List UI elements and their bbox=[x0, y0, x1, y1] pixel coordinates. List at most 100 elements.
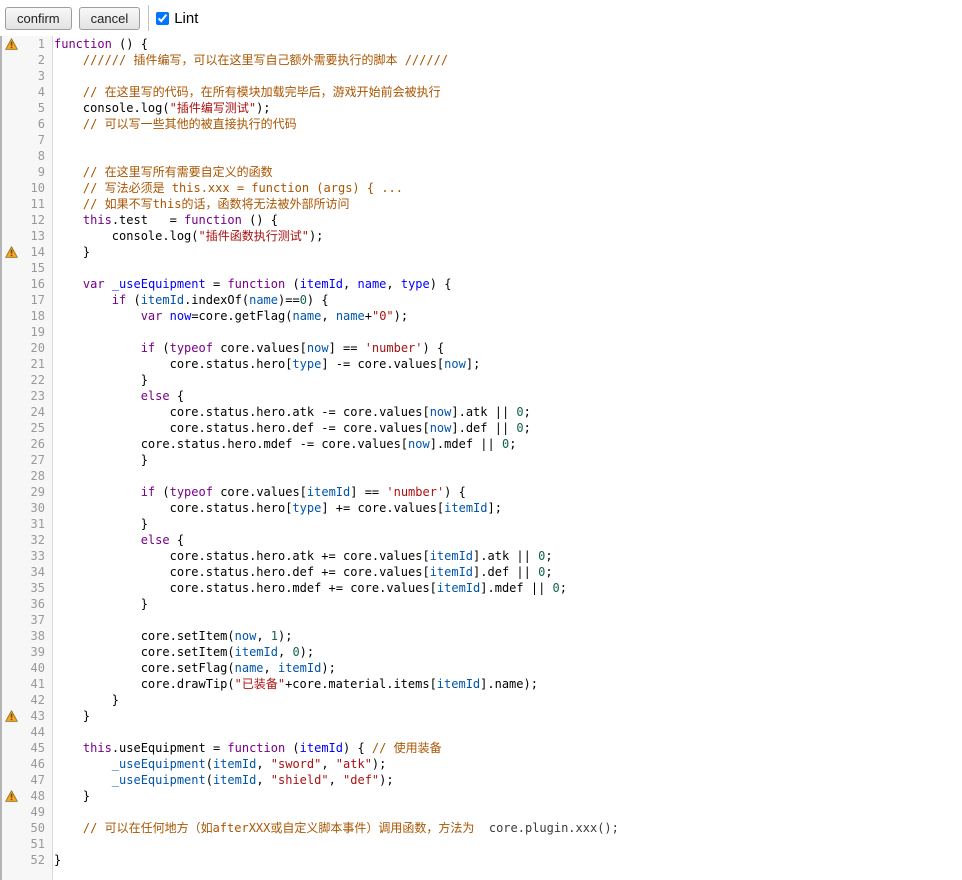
line-number: 32 bbox=[20, 532, 49, 548]
code-line-row[interactable]: 24 core.status.hero.atk -= core.values[n… bbox=[2, 404, 962, 420]
code-line-row[interactable]: 19 bbox=[2, 324, 962, 340]
code-line-row[interactable]: 33 core.status.hero.atk += core.values[i… bbox=[2, 548, 962, 564]
line-number: 20 bbox=[20, 340, 49, 356]
code-editor[interactable]: 1function () {2 ////// 插件编写，可以在这里写自己额外需要… bbox=[0, 36, 962, 880]
code-line-row[interactable]: 47 _useEquipment(itemId, "shield", "def"… bbox=[2, 772, 962, 788]
code-line-row[interactable]: 52} bbox=[2, 852, 962, 868]
token-kw: if bbox=[141, 341, 155, 355]
token-pl: ); bbox=[379, 773, 393, 787]
code-line-row[interactable]: 11 // 如果不写this的话，函数将无法被外部所访问 bbox=[2, 196, 962, 212]
code-line-row[interactable]: 42 } bbox=[2, 692, 962, 708]
code-line-row[interactable]: 38 core.setItem(now, 1); bbox=[2, 628, 962, 644]
line-number: 37 bbox=[20, 612, 49, 628]
code-line-row[interactable]: 28 bbox=[2, 468, 962, 484]
token-pl: , bbox=[256, 757, 270, 771]
token-pl: , bbox=[278, 645, 292, 659]
lint-checkbox[interactable] bbox=[156, 12, 169, 25]
line-number: 13 bbox=[20, 228, 49, 244]
code-line: this.test = function () { bbox=[49, 212, 962, 228]
code-line-row[interactable]: 30 core.status.hero[type] += core.values… bbox=[2, 500, 962, 516]
token-pl: ; bbox=[545, 565, 552, 579]
warning-icon[interactable] bbox=[2, 246, 20, 258]
code-line-row[interactable]: 46 _useEquipment(itemId, "sword", "atk")… bbox=[2, 756, 962, 772]
code-line: core.status.hero[type] -= core.values[no… bbox=[49, 356, 962, 372]
token-pl: } bbox=[54, 517, 148, 531]
code-line: _useEquipment(itemId, "shield", "def"); bbox=[49, 772, 962, 788]
code-line-row[interactable]: 20 if (typeof core.values[now] == 'numbe… bbox=[2, 340, 962, 356]
code-line: core.setItem(itemId, 0); bbox=[49, 644, 962, 660]
code-line-row[interactable]: 7 bbox=[2, 132, 962, 148]
code-line-row[interactable]: 48 } bbox=[2, 788, 962, 804]
code-line-row[interactable]: 14 } bbox=[2, 244, 962, 260]
code-line-row[interactable]: 51 bbox=[2, 836, 962, 852]
code-line-row[interactable]: 18 var now=core.getFlag(name, name+"0"); bbox=[2, 308, 962, 324]
code-line-row[interactable]: 6 // 可以写一些其他的被直接执行的代码 bbox=[2, 116, 962, 132]
code-line-row[interactable]: 49 bbox=[2, 804, 962, 820]
token-com: ////// 插件编写，可以在这里写自己额外需要执行的脚本 ////// bbox=[83, 53, 448, 67]
lint-label: Lint bbox=[174, 10, 198, 27]
code-line-row[interactable]: 41 core.drawTip("已装备"+core.material.item… bbox=[2, 676, 962, 692]
token-def: now bbox=[170, 309, 192, 323]
code-line-row[interactable]: 23 else { bbox=[2, 388, 962, 404]
code-line-row[interactable]: 12 this.test = function () { bbox=[2, 212, 962, 228]
token-com: // 可以写一些其他的被直接执行的代码 bbox=[83, 117, 297, 131]
code-line-row[interactable]: 2 ////// 插件编写，可以在这里写自己额外需要执行的脚本 ////// bbox=[2, 52, 962, 68]
code-line-row[interactable]: 36 } bbox=[2, 596, 962, 612]
code-line-row[interactable]: 25 core.status.hero.def -= core.values[n… bbox=[2, 420, 962, 436]
token-v2: _useEquipment bbox=[112, 773, 206, 787]
code-line-row[interactable]: 27 } bbox=[2, 452, 962, 468]
code-line-row[interactable]: 44 bbox=[2, 724, 962, 740]
code-line-row[interactable]: 45 this.useEquipment = function (itemId)… bbox=[2, 740, 962, 756]
code-line-row[interactable]: 5 console.log("插件编写测试"); bbox=[2, 100, 962, 116]
token-pl: ); bbox=[394, 309, 408, 323]
code-line-row[interactable]: 22 } bbox=[2, 372, 962, 388]
code-line-row[interactable]: 15 bbox=[2, 260, 962, 276]
code-line-row[interactable]: 8 bbox=[2, 148, 962, 164]
code-line-row[interactable]: 1function () { bbox=[2, 36, 962, 52]
token-v2: itemId bbox=[437, 677, 480, 691]
code-line-row[interactable]: 9 // 在这里写所有需要自定义的函数 bbox=[2, 164, 962, 180]
code-line-row[interactable]: 16 var _useEquipment = function (itemId,… bbox=[2, 276, 962, 292]
code-line: core.setFlag(name, itemId); bbox=[49, 660, 962, 676]
code-line-row[interactable]: 21 core.status.hero[type] -= core.values… bbox=[2, 356, 962, 372]
token-pl: console.log( bbox=[54, 229, 199, 243]
cancel-button[interactable]: cancel bbox=[79, 7, 141, 30]
token-v2: now bbox=[444, 357, 466, 371]
code-line: // 可以写一些其他的被直接执行的代码 bbox=[49, 116, 962, 132]
line-number: 5 bbox=[20, 100, 49, 116]
token-pl: core.status.hero[ bbox=[54, 357, 292, 371]
code-line: // 写法必须是 this.xxx = function (args) { ..… bbox=[49, 180, 962, 196]
line-number: 36 bbox=[20, 596, 49, 612]
code-line-row[interactable]: 10 // 写法必须是 this.xxx = function (args) {… bbox=[2, 180, 962, 196]
token-str: "atk" bbox=[336, 757, 372, 771]
lint-toggle[interactable]: Lint bbox=[156, 10, 198, 27]
code-line-row[interactable]: 17 if (itemId.indexOf(name)==0) { bbox=[2, 292, 962, 308]
code-line-row[interactable]: 26 core.status.hero.mdef -= core.values[… bbox=[2, 436, 962, 452]
line-number: 46 bbox=[20, 756, 49, 772]
code-line-row[interactable]: 4 // 在这里写的代码，在所有模块加载完毕后，游戏开始前会被执行 bbox=[2, 84, 962, 100]
token-kw: typeof bbox=[170, 341, 213, 355]
line-number: 45 bbox=[20, 740, 49, 756]
code-line-row[interactable]: 31 } bbox=[2, 516, 962, 532]
token-pl: ) { bbox=[343, 741, 372, 755]
code-line-row[interactable]: 13 console.log("插件函数执行测试"); bbox=[2, 228, 962, 244]
warning-icon[interactable] bbox=[2, 710, 20, 722]
code-line-row[interactable]: 35 core.status.hero.mdef += core.values[… bbox=[2, 580, 962, 596]
code-line-row[interactable]: 34 core.status.hero.def += core.values[i… bbox=[2, 564, 962, 580]
warning-icon[interactable] bbox=[2, 790, 20, 802]
code-line-row[interactable]: 40 core.setFlag(name, itemId); bbox=[2, 660, 962, 676]
code-line-row[interactable]: 32 else { bbox=[2, 532, 962, 548]
token-pl bbox=[54, 533, 141, 547]
code-line-row[interactable]: 37 bbox=[2, 612, 962, 628]
token-v2: name bbox=[336, 309, 365, 323]
code-line-row[interactable]: 39 core.setItem(itemId, 0); bbox=[2, 644, 962, 660]
code-line-row[interactable]: 50 // 可以在任何地方（如afterXXX或自定义脚本事件）调用函数，方法为… bbox=[2, 820, 962, 836]
warning-icon[interactable] bbox=[2, 38, 20, 50]
token-v2: now bbox=[430, 405, 452, 419]
code-line-row[interactable]: 43 } bbox=[2, 708, 962, 724]
confirm-button[interactable]: confirm bbox=[5, 7, 72, 30]
code-line-row[interactable]: 3 bbox=[2, 68, 962, 84]
code-line-row[interactable]: 29 if (typeof core.values[itemId] == 'nu… bbox=[2, 484, 962, 500]
token-pl: core.values[ bbox=[213, 485, 307, 499]
code-line: core.status.hero.def -= core.values[now]… bbox=[49, 420, 962, 436]
